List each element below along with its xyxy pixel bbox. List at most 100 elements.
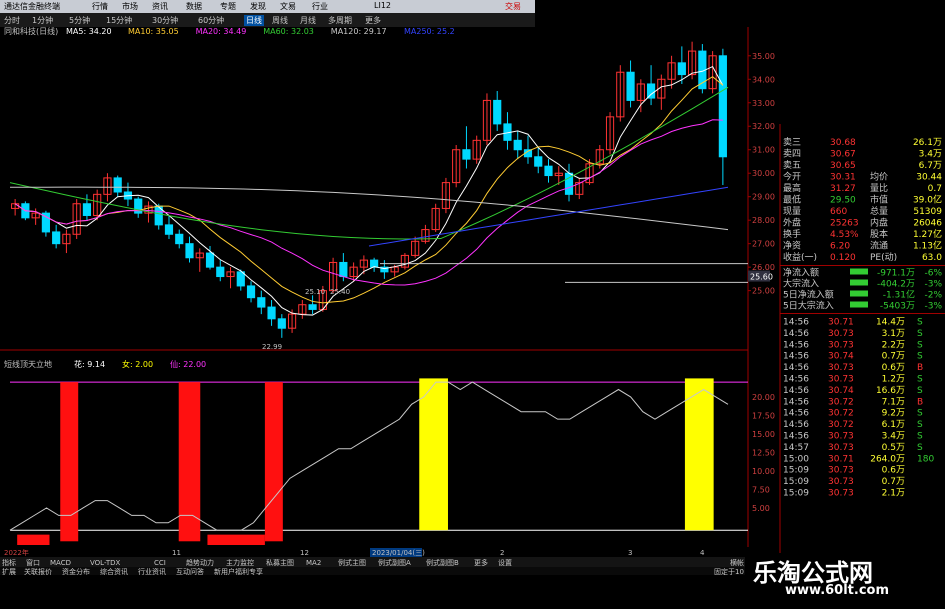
tick-time-14: 15:09 bbox=[783, 477, 809, 487]
sub-tab-2[interactable]: 资金分布 bbox=[62, 567, 90, 575]
sub-tab-4[interactable]: 行业资讯 bbox=[138, 567, 166, 575]
tick-price-0: 30.71 bbox=[828, 318, 854, 328]
flow-bar bbox=[850, 301, 868, 308]
ma-title: 同和科技(日线) bbox=[4, 27, 58, 36]
tick-time-2: 14:56 bbox=[783, 340, 809, 350]
flow-label-1: 大宗流入 bbox=[783, 278, 819, 290]
indicator-line bbox=[9, 381, 729, 531]
quote-label-2: 卖五 bbox=[783, 160, 801, 171]
menu-6[interactable]: 文易 bbox=[280, 1, 296, 12]
quote-value-0: 30.68 bbox=[830, 138, 856, 148]
bottom-tab-6[interactable]: 主力监控 bbox=[226, 558, 254, 567]
candle-body bbox=[164, 224, 174, 235]
period-tab-4[interactable]: 30分钟 bbox=[152, 15, 178, 26]
date-tick-3: 2023/01/04(三) bbox=[372, 549, 425, 557]
price-tick-6: 29.00 bbox=[752, 193, 775, 202]
candle-body bbox=[626, 71, 635, 101]
tick-side-10: S bbox=[917, 432, 923, 442]
trade-button[interactable]: 交易 bbox=[505, 1, 521, 12]
bottom-tab-13[interactable]: 设置 bbox=[498, 558, 512, 567]
quote-extra-5: 39.0亿 bbox=[913, 194, 942, 206]
date-tick-6: 4 bbox=[700, 549, 705, 557]
tick-vol-13: 0.6万 bbox=[882, 466, 905, 476]
candle-body bbox=[370, 259, 379, 268]
tick-time-3: 14:56 bbox=[783, 352, 809, 362]
quote-extra-9: 1.13亿 bbox=[913, 240, 942, 252]
candle-body bbox=[493, 99, 502, 125]
period-tab-1[interactable]: 1分钟 bbox=[32, 15, 53, 26]
bottom-tab-4[interactable]: CCI bbox=[154, 559, 166, 567]
tick-vol-6: 16.6万 bbox=[876, 386, 905, 396]
tick-side-7: B bbox=[917, 397, 923, 407]
ma-label-0: MA5: 34.20 bbox=[66, 27, 112, 36]
bottom-tab-11[interactable]: 例式副图B bbox=[426, 558, 459, 567]
tick-price-3: 30.74 bbox=[828, 352, 854, 362]
menu-3[interactable]: 数据 bbox=[186, 1, 202, 12]
ma-label-4: MA120: 29.17 bbox=[331, 27, 387, 36]
sub-tab-1[interactable]: 关联报价 bbox=[24, 567, 52, 575]
period-tab-6[interactable]: 日线 bbox=[244, 15, 264, 26]
bottom-tab-8[interactable]: MA2 bbox=[306, 559, 321, 567]
tick-price-14: 30.73 bbox=[828, 477, 854, 487]
tick-side-1: S bbox=[917, 329, 923, 339]
trading-terminal: 通达信金融终端 交易 行情 市场 资讯 数据 专题 发现 文易 行业 LI12 分时 1分钟 5分钟… bbox=[0, 0, 945, 609]
menu-1[interactable]: 市场 bbox=[122, 1, 138, 12]
tick-price-15: 30.73 bbox=[828, 489, 854, 499]
date-tick-2: 12 bbox=[300, 549, 309, 557]
low-label: 22.99 bbox=[262, 343, 282, 351]
tick-time-7: 14:56 bbox=[783, 397, 809, 407]
period-tab-7[interactable]: 周线 bbox=[272, 15, 288, 26]
period-tab-3[interactable]: 15分钟 bbox=[106, 15, 132, 26]
bottom-tab-10[interactable]: 例式副图A bbox=[378, 558, 411, 567]
tick-vol-5: 1.2万 bbox=[882, 375, 905, 385]
quote-label-7: 外盘 bbox=[783, 217, 801, 229]
menu-2[interactable]: 资讯 bbox=[152, 1, 168, 12]
period-tab-10[interactable]: 更多 bbox=[365, 15, 381, 26]
quote-extra-label-3: 均价 bbox=[870, 171, 888, 183]
ind-tick-5: 7.50 bbox=[752, 485, 770, 494]
period-tab-9[interactable]: 多周期 bbox=[328, 15, 352, 26]
tick-side-11: S bbox=[917, 443, 923, 453]
tick-price-1: 30.73 bbox=[828, 329, 854, 339]
period-tab-2[interactable]: 5分钟 bbox=[69, 15, 90, 26]
tick-vol-1: 3.1万 bbox=[882, 329, 905, 339]
sub-tab-6[interactable]: 新用户福利专享 bbox=[214, 567, 263, 575]
period-tab-5[interactable]: 60分钟 bbox=[198, 15, 224, 26]
quote-label-4: 最高 bbox=[783, 182, 801, 194]
bottom-tab-0[interactable]: 指标 bbox=[2, 558, 16, 567]
menu-5[interactable]: 发现 bbox=[250, 1, 266, 12]
bottom-tab-1[interactable]: 窗口 bbox=[26, 558, 40, 567]
sub-tab-5[interactable]: 互动问答 bbox=[176, 567, 204, 575]
watermark: 乐淘公式网 www.60lt.com bbox=[745, 553, 945, 609]
menu-0[interactable]: 行情 bbox=[92, 1, 108, 12]
bottom-tab-3[interactable]: VOL-TDX bbox=[90, 559, 121, 567]
sub-tab-0[interactable]: 扩展 bbox=[2, 567, 16, 575]
menu-8[interactable]: LI12 bbox=[374, 1, 391, 10]
candle-body bbox=[246, 285, 256, 299]
ma-label-3: MA60: 32.03 bbox=[263, 27, 314, 36]
price-tick-0: 35.00 bbox=[752, 52, 775, 61]
quote-label-3: 今开 bbox=[783, 171, 801, 183]
sub-tab-3[interactable]: 综合资讯 bbox=[100, 567, 128, 575]
candle-body bbox=[677, 62, 686, 76]
period-tab-8[interactable]: 月线 bbox=[300, 15, 316, 26]
menu-7[interactable]: 行业 bbox=[312, 1, 328, 12]
tick-vol-15: 2.1万 bbox=[882, 489, 905, 499]
flow-label-3: 5日大宗流入 bbox=[783, 300, 834, 312]
bottom-tab-12[interactable]: 更多 bbox=[474, 558, 488, 567]
price-tick-4: 31.00 bbox=[752, 146, 775, 155]
bottom-tab-5[interactable]: 趋势动力 bbox=[186, 558, 214, 567]
quote-value-6: 660 bbox=[830, 207, 847, 217]
quote-extra-label-9: 流通 bbox=[870, 240, 888, 252]
menu-4[interactable]: 专题 bbox=[220, 1, 236, 12]
ind-tick-0: 20.00 bbox=[752, 393, 775, 402]
chart-area[interactable]: 同和科技(日线) MA5: 34.20 MA10: 35.05 MA20: 34.49… bbox=[0, 27, 945, 575]
bottom-tab-2[interactable]: MACD bbox=[50, 559, 71, 567]
candle-body bbox=[544, 165, 553, 177]
quote-extra-label-6: 总量 bbox=[870, 205, 888, 217]
period-tab-0[interactable]: 分时 bbox=[4, 15, 20, 26]
signal-bar-red bbox=[178, 382, 201, 542]
bottom-tab-7[interactable]: 私募主图 bbox=[266, 558, 294, 567]
flow-label-2: 5日净流入额 bbox=[783, 289, 834, 301]
bottom-tab-9[interactable]: 例式主图 bbox=[338, 558, 366, 567]
